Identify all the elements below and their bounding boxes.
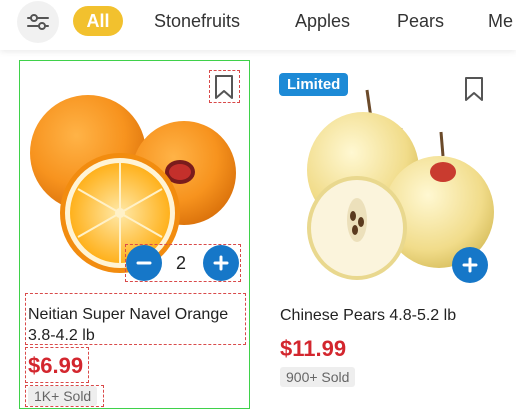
bookmark-icon[interactable] [463, 76, 485, 102]
product-price: $11.99 [280, 336, 347, 361]
sold-count-badge: 1K+ Sold [28, 386, 98, 406]
product-title[interactable]: Chinese Pears 4.8-5.2 lb [280, 305, 495, 326]
product-price: $6.99 [28, 353, 84, 378]
plus-icon [462, 257, 478, 273]
quantity-value: 2 [176, 253, 187, 273]
product-card-orange[interactable]: 2 Neitian Super Navel Orange 3.8-4.2 lb … [19, 60, 250, 409]
plus-icon [213, 255, 229, 271]
decrease-quantity-button[interactable] [126, 245, 162, 281]
sold-count-badge: 900+ Sold [280, 367, 356, 387]
category-tab-stonefruits[interactable]: Stonefruits [154, 11, 240, 32]
increase-quantity-button[interactable] [203, 245, 239, 281]
sliders-icon [27, 14, 49, 30]
add-to-cart-button[interactable] [452, 247, 488, 283]
filter-button[interactable] [17, 1, 59, 43]
limited-badge: Limited [279, 73, 349, 96]
bookmark-icon[interactable] [213, 74, 235, 100]
product-card-pears[interactable]: Limited Chinese Pears 4.8-5.2 lb $11.99 … [273, 60, 503, 409]
category-bar: All Stonefruits Apples Pears Me [0, 0, 516, 50]
category-tab-more[interactable]: Me [488, 11, 513, 32]
category-tab-apples[interactable]: Apples [295, 11, 350, 32]
category-chip-all[interactable]: All [73, 6, 123, 36]
category-tab-pears[interactable]: Pears [397, 11, 444, 32]
minus-icon [136, 261, 152, 265]
product-title[interactable]: Neitian Super Navel Orange 3.8-4.2 lb [28, 304, 243, 346]
